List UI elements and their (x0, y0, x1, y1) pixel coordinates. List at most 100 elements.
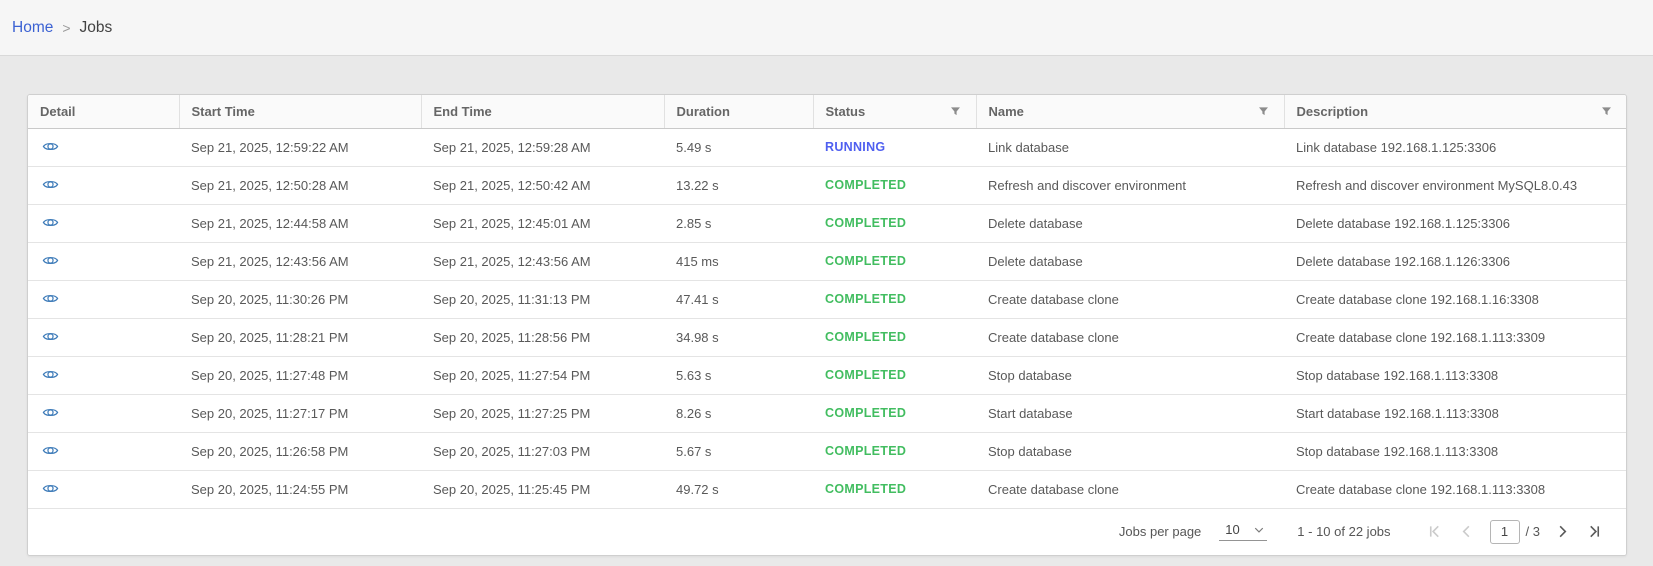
name-filter-button[interactable] (1256, 103, 1272, 119)
view-detail-button[interactable] (40, 174, 60, 194)
cell-end-time: Sep 20, 2025, 11:31:13 PM (421, 280, 664, 318)
breadcrumb-bar: Home > Jobs (0, 0, 1653, 56)
cell-description: Delete database 192.168.1.125:3306 (1284, 204, 1626, 242)
cell-start-time: Sep 20, 2025, 11:28:21 PM (179, 318, 421, 356)
cell-name: Create database clone (976, 470, 1284, 508)
last-page-button[interactable] (1585, 523, 1603, 541)
status-filter-button[interactable] (948, 103, 964, 119)
eye-icon (42, 214, 59, 231)
cell-start-time: Sep 21, 2025, 12:44:58 AM (179, 204, 421, 242)
cell-start-time: Sep 20, 2025, 11:24:55 PM (179, 470, 421, 508)
view-detail-button[interactable] (40, 288, 60, 308)
view-detail-button[interactable] (40, 440, 60, 460)
view-detail-button[interactable] (40, 250, 60, 270)
previous-page-button[interactable] (1458, 523, 1476, 541)
view-detail-button[interactable] (40, 136, 60, 156)
cell-name: Create database clone (976, 280, 1284, 318)
cell-start-time: Sep 21, 2025, 12:43:56 AM (179, 242, 421, 280)
table-row: Sep 20, 2025, 11:24:55 PM Sep 20, 2025, … (28, 470, 1626, 508)
column-header-label: Name (989, 104, 1024, 119)
cell-end-time: Sep 21, 2025, 12:43:56 AM (421, 242, 664, 280)
cell-duration: 8.26 s (664, 394, 813, 432)
pagination-range-text: 1 - 10 of 22 jobs (1297, 524, 1390, 539)
current-page-input[interactable] (1490, 520, 1520, 544)
view-detail-button[interactable] (40, 326, 60, 346)
cell-status: COMPLETED (813, 242, 976, 280)
column-header-duration[interactable]: Duration (664, 95, 813, 128)
cell-duration: 13.22 s (664, 166, 813, 204)
column-header-label: Duration (677, 104, 730, 119)
cell-end-time: Sep 21, 2025, 12:59:28 AM (421, 128, 664, 166)
first-page-icon (1427, 524, 1442, 539)
cell-status: COMPLETED (813, 394, 976, 432)
eye-icon (42, 404, 59, 421)
filter-icon (1601, 106, 1612, 117)
cell-end-time: Sep 20, 2025, 11:27:54 PM (421, 356, 664, 394)
cell-description: Start database 192.168.1.113:3308 (1284, 394, 1626, 432)
cell-detail (28, 394, 179, 432)
cell-status: COMPLETED (813, 432, 976, 470)
cell-duration: 2.85 s (664, 204, 813, 242)
cell-end-time: Sep 21, 2025, 12:50:42 AM (421, 166, 664, 204)
table-row: Sep 20, 2025, 11:27:48 PM Sep 20, 2025, … (28, 356, 1626, 394)
column-header-label: Description (1297, 104, 1369, 119)
description-filter-button[interactable] (1598, 103, 1614, 119)
cell-name: Stop database (976, 432, 1284, 470)
cell-detail (28, 242, 179, 280)
column-header-end-time[interactable]: End Time (421, 95, 664, 128)
cell-name: Link database (976, 128, 1284, 166)
eye-icon (42, 480, 59, 497)
total-pages-label: / 3 (1526, 524, 1540, 539)
cell-status: COMPLETED (813, 166, 976, 204)
view-detail-button[interactable] (40, 478, 60, 498)
cell-name: Start database (976, 394, 1284, 432)
jobs-per-page-select[interactable]: 10 (1219, 522, 1267, 541)
cell-description: Create database clone 192.168.1.113:3309 (1284, 318, 1626, 356)
column-header-description[interactable]: Description (1284, 95, 1626, 128)
cell-detail (28, 318, 179, 356)
cell-name: Refresh and discover environment (976, 166, 1284, 204)
eye-icon (42, 176, 59, 193)
cell-name: Delete database (976, 242, 1284, 280)
table-header-row: Detail Start Time End Time Duration Stat… (28, 95, 1626, 128)
chevron-down-icon (1253, 524, 1265, 536)
column-header-status[interactable]: Status (813, 95, 976, 128)
table-row: Sep 20, 2025, 11:26:58 PM Sep 20, 2025, … (28, 432, 1626, 470)
cell-end-time: Sep 20, 2025, 11:28:56 PM (421, 318, 664, 356)
eye-icon (42, 442, 59, 459)
cell-end-time: Sep 21, 2025, 12:45:01 AM (421, 204, 664, 242)
eye-icon (42, 252, 59, 269)
chevron-right-icon (1555, 524, 1570, 539)
cell-duration: 49.72 s (664, 470, 813, 508)
view-detail-button[interactable] (40, 402, 60, 422)
column-header-label: Detail (40, 104, 75, 119)
cell-name: Delete database (976, 204, 1284, 242)
table-row: Sep 20, 2025, 11:30:26 PM Sep 20, 2025, … (28, 280, 1626, 318)
cell-detail (28, 128, 179, 166)
cell-status: COMPLETED (813, 470, 976, 508)
next-page-button[interactable] (1553, 523, 1571, 541)
view-detail-button[interactable] (40, 364, 60, 384)
eye-icon (42, 138, 59, 155)
cell-description: Delete database 192.168.1.126:3306 (1284, 242, 1626, 280)
jobs-datagrid: Detail Start Time End Time Duration Stat… (27, 94, 1627, 556)
cell-status: COMPLETED (813, 318, 976, 356)
cell-status: COMPLETED (813, 356, 976, 394)
column-header-name[interactable]: Name (976, 95, 1284, 128)
cell-name: Create database clone (976, 318, 1284, 356)
breadcrumb-home-link[interactable]: Home (12, 19, 53, 37)
table-row: Sep 20, 2025, 11:28:21 PM Sep 20, 2025, … (28, 318, 1626, 356)
cell-end-time: Sep 20, 2025, 11:25:45 PM (421, 470, 664, 508)
cell-start-time: Sep 20, 2025, 11:26:58 PM (179, 432, 421, 470)
column-header-detail[interactable]: Detail (28, 95, 179, 128)
first-page-button[interactable] (1426, 523, 1444, 541)
cell-start-time: Sep 20, 2025, 11:27:17 PM (179, 394, 421, 432)
main-content: Detail Start Time End Time Duration Stat… (0, 56, 1653, 556)
datagrid-footer: Jobs per page 10 1 - 10 of 22 jobs / 3 (28, 509, 1626, 555)
view-detail-button[interactable] (40, 212, 60, 232)
cell-detail (28, 470, 179, 508)
column-header-label: End Time (434, 104, 492, 119)
eye-icon (42, 328, 59, 345)
filter-icon (950, 106, 961, 117)
column-header-start-time[interactable]: Start Time (179, 95, 421, 128)
